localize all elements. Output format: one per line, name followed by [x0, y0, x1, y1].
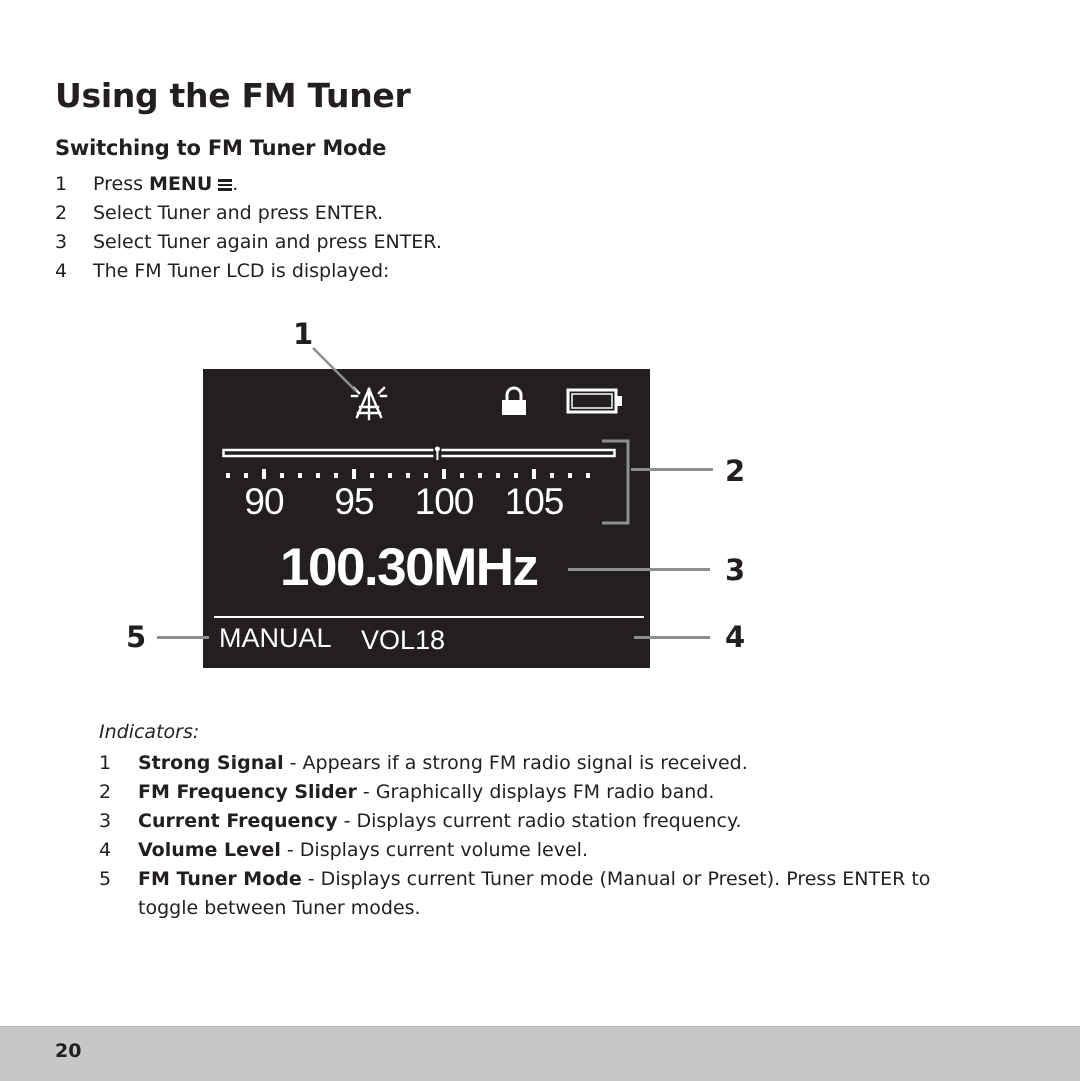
step-number: 4	[55, 260, 68, 282]
indicator-term: Strong Signal	[138, 752, 284, 774]
indicator-item: 4 Volume Level - Displays current volume…	[99, 836, 939, 865]
slider-knob	[433, 446, 442, 460]
indicator-text: FM Frequency Slider - Graphically displa…	[138, 778, 714, 807]
major-tick	[262, 469, 266, 479]
major-tick	[532, 469, 536, 479]
indicator-desc: - Displays current volume level.	[280, 839, 588, 861]
minor-tick	[334, 473, 338, 478]
indicators-list: 1 Strong Signal - Appears if a strong FM…	[99, 749, 939, 923]
steps-list: 1 Press MENU. 2 Select Tuner and press E…	[55, 170, 442, 286]
indicator-term: Current Frequency	[138, 810, 338, 832]
callout-2-leader	[631, 468, 713, 471]
step-text: Select Tuner again and press ENTER.	[93, 231, 442, 253]
step-prefix: Press	[93, 173, 150, 195]
minor-tick	[496, 473, 500, 478]
footer-band: 20	[0, 1026, 1080, 1081]
minor-tick	[226, 473, 230, 478]
indicator-number: 5	[99, 868, 112, 890]
indicator-item: 5 FM Tuner Mode - Displays current Tuner…	[99, 865, 939, 923]
step-item: 1 Press MENU.	[55, 170, 442, 199]
indicator-item: 2 FM Frequency Slider - Graphically disp…	[99, 778, 939, 807]
indicator-text: Volume Level - Displays current volume l…	[138, 836, 588, 865]
page-number: 20	[55, 1040, 82, 1062]
callout-3: 3	[725, 553, 746, 587]
menu-key-label: MENU	[149, 173, 213, 195]
minor-tick	[388, 473, 392, 478]
indicator-item: 3 Current Frequency - Displays current r…	[99, 807, 939, 836]
callout-4-leader	[634, 636, 710, 639]
minor-tick	[244, 473, 248, 478]
indicator-term: FM Tuner Mode	[138, 868, 302, 890]
minor-tick	[406, 473, 410, 478]
indicator-text: Current Frequency - Displays current rad…	[138, 807, 742, 836]
indicator-text: FM Tuner Mode - Displays current Tuner m…	[138, 865, 939, 923]
lcd-divider	[214, 616, 644, 618]
callout-3-leader	[568, 568, 710, 571]
scale-label: 95	[334, 481, 374, 522]
section-title: Switching to FM Tuner Mode	[55, 136, 387, 160]
indicator-number: 2	[99, 781, 112, 803]
minor-tick	[298, 473, 302, 478]
major-tick	[352, 469, 356, 479]
step-text: The FM Tuner LCD is displayed:	[93, 260, 390, 282]
scale-label: 100	[414, 481, 475, 522]
step-number: 3	[55, 231, 68, 253]
callout-2: 2	[725, 454, 746, 488]
page-title: Using the FM Tuner	[55, 76, 411, 115]
indicator-desc: - Displays current radio station frequen…	[337, 810, 742, 832]
indicator-text: Strong Signal - Appears if a strong FM r…	[138, 749, 748, 778]
minor-tick	[424, 473, 428, 478]
minor-tick	[568, 473, 572, 478]
callout-5: 5	[126, 620, 147, 654]
tuner-mode: MANUAL	[219, 623, 332, 653]
step-number: 2	[55, 202, 68, 224]
major-tick	[442, 469, 446, 479]
step-item: 3 Select Tuner again and press ENTER.	[55, 228, 442, 257]
scale-label: 90	[244, 481, 284, 522]
minor-tick	[280, 473, 284, 478]
slider-track	[222, 448, 616, 458]
callout-4: 4	[725, 620, 746, 654]
menu-icon	[218, 179, 233, 191]
battery-icon	[566, 388, 622, 414]
minor-tick	[316, 473, 320, 478]
step-number: 1	[55, 173, 68, 195]
minor-tick	[460, 473, 464, 478]
lock-icon	[502, 386, 526, 415]
step-item: 2 Select Tuner and press ENTER.	[55, 199, 442, 228]
indicator-term: FM Frequency Slider	[138, 781, 357, 803]
callout-1-leader	[312, 347, 357, 392]
step-text: Press MENU.	[93, 170, 238, 199]
step-text: Select Tuner and press ENTER.	[93, 202, 384, 224]
indicator-term: Volume Level	[138, 839, 281, 861]
indicator-item: 1 Strong Signal - Appears if a strong FM…	[99, 749, 939, 778]
indicator-number: 1	[99, 752, 112, 774]
volume-level: VOL18	[361, 625, 446, 655]
frequency-slider	[222, 446, 616, 460]
minor-tick	[370, 473, 374, 478]
callout-2-bracket	[602, 439, 630, 525]
scale-label: 105	[504, 481, 565, 522]
minor-tick	[478, 473, 482, 478]
indicators-label: Indicators:	[99, 721, 200, 743]
step-suffix: .	[232, 173, 239, 195]
indicator-number: 4	[99, 839, 112, 861]
callout-5-leader	[157, 636, 209, 639]
indicator-desc: - Graphically displays FM radio band.	[356, 781, 715, 803]
current-frequency: 100.30MHz	[280, 538, 539, 597]
step-item: 4 The FM Tuner LCD is displayed:	[55, 257, 442, 286]
minor-tick	[514, 473, 518, 478]
minor-tick	[550, 473, 554, 478]
indicator-number: 3	[99, 810, 112, 832]
indicator-desc: - Appears if a strong FM radio signal is…	[283, 752, 748, 774]
minor-tick	[586, 473, 590, 478]
